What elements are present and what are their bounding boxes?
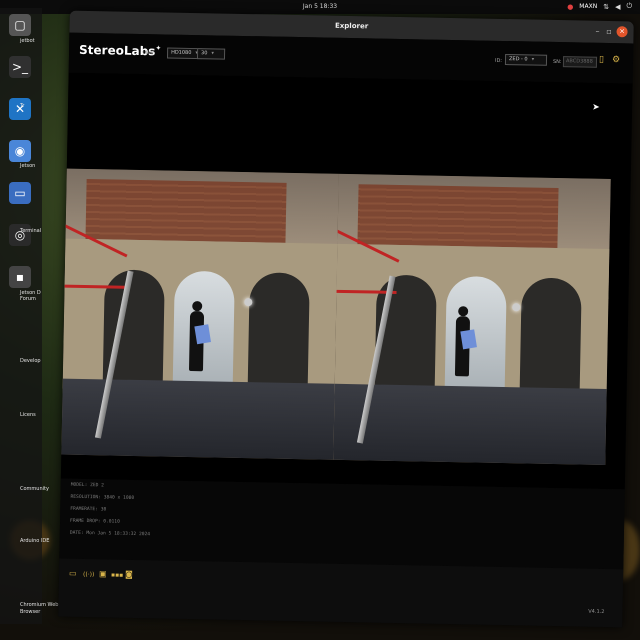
gear-icon[interactable]: ⚙ bbox=[612, 55, 621, 66]
fps-select[interactable]: 30 ▾ bbox=[196, 48, 226, 60]
version-label: V4.1.2 bbox=[588, 608, 605, 616]
video-viewer[interactable]: ➤ bbox=[60, 72, 633, 490]
system-clock[interactable]: Jan 5 18:33 bbox=[0, 3, 640, 10]
stream-icon[interactable]: ▪▪▪ bbox=[111, 572, 123, 579]
info-model: MODEL: ZED 2 bbox=[70, 482, 105, 489]
window-title: Explorer bbox=[334, 21, 369, 31]
app-grid-icon[interactable]: ▪ bbox=[9, 266, 31, 288]
file-icon[interactable]: ▭ bbox=[69, 569, 77, 578]
close-button[interactable]: × bbox=[616, 26, 628, 38]
desktop-icon-label[interactable]: Tr bbox=[20, 103, 24, 109]
right-camera-view bbox=[333, 173, 611, 466]
info-frame-drop: FRAME DROP: 0.0110 bbox=[70, 518, 120, 525]
logo-mark: ✦ bbox=[155, 44, 162, 53]
desktop-icon-label[interactable]: Browser bbox=[20, 609, 40, 615]
minimize-button[interactable]: – bbox=[595, 27, 599, 36]
explorer-window: Explorer – ▫ × StereoLabs✦ LIVE HD1080 ▾… bbox=[58, 10, 634, 628]
camera-id-select[interactable]: ZED - 0 ▾ bbox=[504, 54, 548, 66]
desktop-icon-label[interactable]: Licens bbox=[20, 412, 36, 418]
files-icon[interactable]: ▢ bbox=[9, 14, 31, 36]
desktop-icon-label[interactable]: Forum bbox=[20, 296, 36, 302]
window-icon[interactable]: ▭ bbox=[9, 182, 31, 204]
desktop-icon-label[interactable]: Community bbox=[20, 486, 49, 492]
live-label: LIVE bbox=[143, 50, 154, 57]
terminal-icon[interactable]: >_ bbox=[9, 56, 31, 78]
power-mode-label[interactable]: MAXN bbox=[579, 3, 597, 10]
stereo-video-frame[interactable] bbox=[61, 168, 611, 466]
camera-id-value: ZED - 0 bbox=[508, 56, 528, 63]
serial-number-input[interactable]: ABCD3888 bbox=[562, 56, 598, 68]
chevron-down-icon: ▾ bbox=[531, 56, 535, 63]
desktop-icon-label[interactable]: Terminal bbox=[20, 228, 41, 234]
desktop-icon-label[interactable]: jetbot bbox=[20, 38, 35, 44]
left-camera-view bbox=[61, 168, 339, 460]
info-date: DATE: Mon Jan 5 18:33:32 2024 bbox=[69, 530, 151, 538]
mouse-cursor-icon: ➤ bbox=[592, 102, 600, 113]
camera-icon[interactable]: ◙ bbox=[125, 570, 133, 579]
nvidia-icon[interactable]: ● bbox=[567, 3, 573, 11]
desktop-icon-label[interactable]: Chromium Web bbox=[20, 602, 58, 608]
camera-info-panel: MODEL: ZED 2 RESOLUTION: 3840 x 1080 FRA… bbox=[59, 478, 625, 570]
record-icon[interactable]: ▯ bbox=[599, 55, 608, 66]
chromium-icon[interactable]: ◉ bbox=[9, 140, 31, 162]
maximize-button[interactable]: ▫ bbox=[606, 27, 612, 36]
info-framerate: FRAMERATE: 30 bbox=[70, 506, 107, 513]
desktop-icon-label[interactable]: Develop bbox=[20, 358, 41, 364]
network-icon[interactable]: ⇅ bbox=[603, 3, 609, 11]
system-tray[interactable]: ● MAXN ⇅ ◀ ⏻ bbox=[567, 2, 632, 11]
resolution-value: HD1080 bbox=[171, 49, 192, 56]
bottom-toolbar: ▭ ((·)) ▣ ▪▪▪ ◙ V4.1.2 bbox=[58, 558, 624, 628]
power-icon[interactable]: ⏻ bbox=[626, 2, 632, 11]
camera-id-label: ID: bbox=[494, 57, 503, 64]
info-resolution: RESOLUTION: 3840 x 1080 bbox=[70, 494, 135, 501]
volume-icon[interactable]: ◀ bbox=[615, 3, 620, 11]
desktop-icon-label[interactable]: Jetson bbox=[20, 163, 35, 169]
dock: ▢ >_ ✕ ◉ ▭ ◎ ▪ bbox=[0, 8, 42, 624]
desktop-icon-label[interactable]: Arduino IDE bbox=[20, 538, 49, 544]
depth-icon[interactable]: ▣ bbox=[99, 569, 107, 578]
serial-number-label: SN: bbox=[552, 58, 562, 66]
vscode-icon[interactable]: ✕ bbox=[9, 98, 31, 120]
wifi-icon[interactable]: ((·)) bbox=[83, 571, 94, 578]
chevron-down-icon: ▾ bbox=[211, 50, 215, 57]
fps-value: 30 bbox=[201, 50, 208, 57]
